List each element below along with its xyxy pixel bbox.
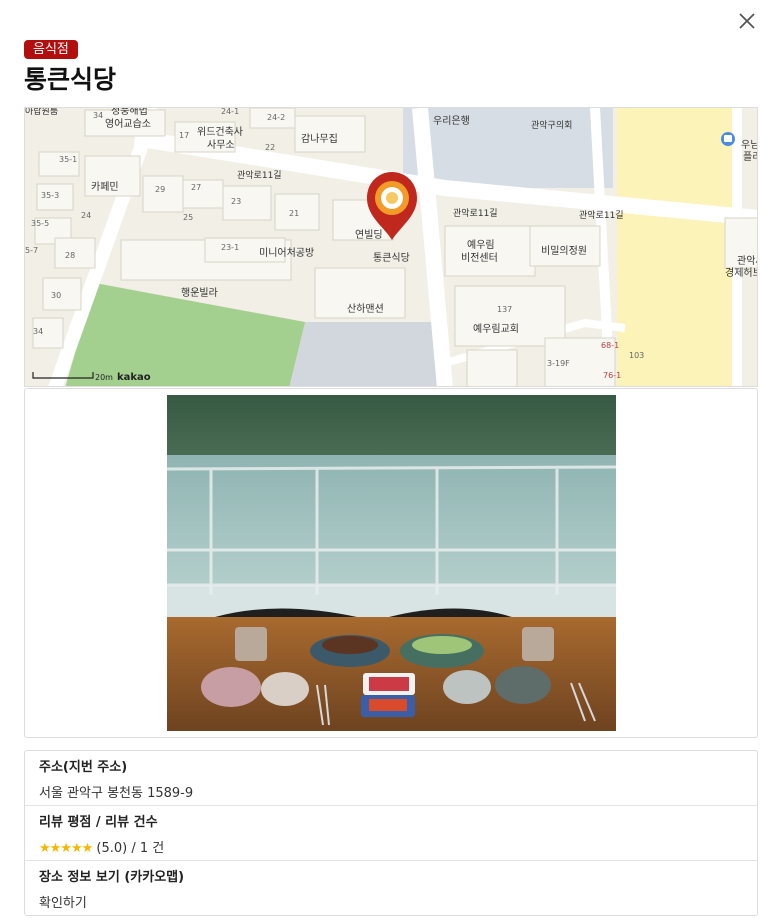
map-lot-number: 23-1 <box>221 243 239 252</box>
map-lot-number: 22 <box>265 143 275 152</box>
place-title: 통큰식당 <box>24 65 117 94</box>
map-lot-number: 76-1 <box>603 371 621 380</box>
map-lot-number: 68-1 <box>601 341 619 350</box>
map-label: 감나무집 <box>301 133 338 145</box>
map-district-area <box>617 108 737 386</box>
map-label: 비전센터 <box>461 252 498 264</box>
svg-text:20m: 20m <box>95 373 113 382</box>
review-row: 리뷰 평점 / 리뷰 건수 ★★★★★ (5.0) / 1 건 <box>25 806 757 861</box>
map-label: 예우림교회 <box>473 323 519 335</box>
map-label: 관악로11길 <box>579 209 624 221</box>
map-lot-number: 34 <box>33 327 43 336</box>
map-label: 카페민 <box>91 181 119 193</box>
map-lot-number: 24-1 <box>221 108 239 116</box>
map-label: 플리 <box>743 151 758 163</box>
rating-stars-icon: ★★★★★ <box>39 841 93 856</box>
map-lot-number: 23 <box>231 197 241 206</box>
category-badge: 음식점 <box>24 40 78 59</box>
map-lot-number: 29 <box>155 185 165 194</box>
review-label: 리뷰 평점 / 리뷰 건수 <box>39 815 158 830</box>
map-lot-number: 35-5 <box>31 219 49 228</box>
map-lot-number: 137 <box>497 305 512 314</box>
review-value-line: ★★★★★ (5.0) / 1 건 <box>39 839 757 859</box>
map-label: 통큰식당 <box>373 252 410 264</box>
map-lot-number: 34 <box>93 111 103 120</box>
map-lot-number: 3-19F <box>547 359 570 368</box>
map-label: 사무소 <box>207 139 235 151</box>
map-label: 관악사 <box>737 255 758 267</box>
place-link-label: 장소 정보 보기 (카카오맵) <box>39 870 185 885</box>
map-label: 우님 <box>741 139 758 151</box>
map-lot-number: 21 <box>289 209 299 218</box>
map-lot-number: 24 <box>81 211 91 220</box>
map-label: 연빌딩 <box>355 229 383 241</box>
map-lot-number: 25 <box>183 213 193 222</box>
close-button[interactable] <box>736 10 758 32</box>
review-value: (5.0) / 1 건 <box>92 841 165 856</box>
map-label: 비밀의정원 <box>541 245 587 257</box>
map-lot-number: 30 <box>51 291 61 300</box>
address-row: 주소(지번 주소) 서울 관악구 봉천동 1589-9 <box>25 751 757 806</box>
map-lot-number: 5-7 <box>25 246 38 255</box>
map-label: 경제허브 <box>725 266 758 279</box>
place-link-row: 장소 정보 보기 (카카오맵) 확인하기 <box>25 861 757 916</box>
address-label: 주소(지번 주소) <box>39 760 128 775</box>
map-lot-number: 28 <box>65 251 75 260</box>
map-lot-number: 103 <box>629 351 644 360</box>
map-lot-number: 35-3 <box>41 191 59 200</box>
map-block <box>289 322 439 386</box>
place-photo-frame <box>24 388 758 738</box>
map-provider-logo: kakao <box>117 372 151 383</box>
map-label: 우리은행 <box>433 115 470 127</box>
map-lot-number: 35-1 <box>59 155 77 164</box>
map-label: 아랍원룸 <box>25 108 58 117</box>
map[interactable]: 아랍원룸 정풍해법 영어교습소 위드건축사 사무소 감나무집 우리은행 관악구의… <box>24 107 758 387</box>
map-label: 관악로11길 <box>237 169 282 181</box>
map-label: 위드건축사 <box>197 125 243 138</box>
map-label: 관악로11길 <box>453 207 498 219</box>
map-label: 행운빌라 <box>181 287 218 299</box>
place-photo[interactable] <box>167 395 616 731</box>
map-label: 정풍해법 <box>111 108 148 117</box>
bus-stop-icon <box>721 132 735 146</box>
map-label: 영어교습소 <box>105 118 151 130</box>
map-label: 예우림 <box>467 239 495 251</box>
address-value: 서울 관악구 봉천동 1589-9 <box>39 786 194 801</box>
map-lot-number: 27 <box>191 183 201 192</box>
map-label: 산하맨션 <box>347 302 384 315</box>
map-label: 관악구의회 <box>531 119 572 131</box>
map-lot-number: 17 <box>179 131 189 140</box>
place-details: 주소(지번 주소) 서울 관악구 봉천동 1589-9 리뷰 평점 / 리뷰 건… <box>24 750 758 916</box>
map-lot-number: 24-2 <box>267 113 285 122</box>
map-label: 미니어처공방 <box>259 247 314 259</box>
close-icon <box>739 13 755 29</box>
view-place-link[interactable]: 확인하기 <box>39 894 757 914</box>
